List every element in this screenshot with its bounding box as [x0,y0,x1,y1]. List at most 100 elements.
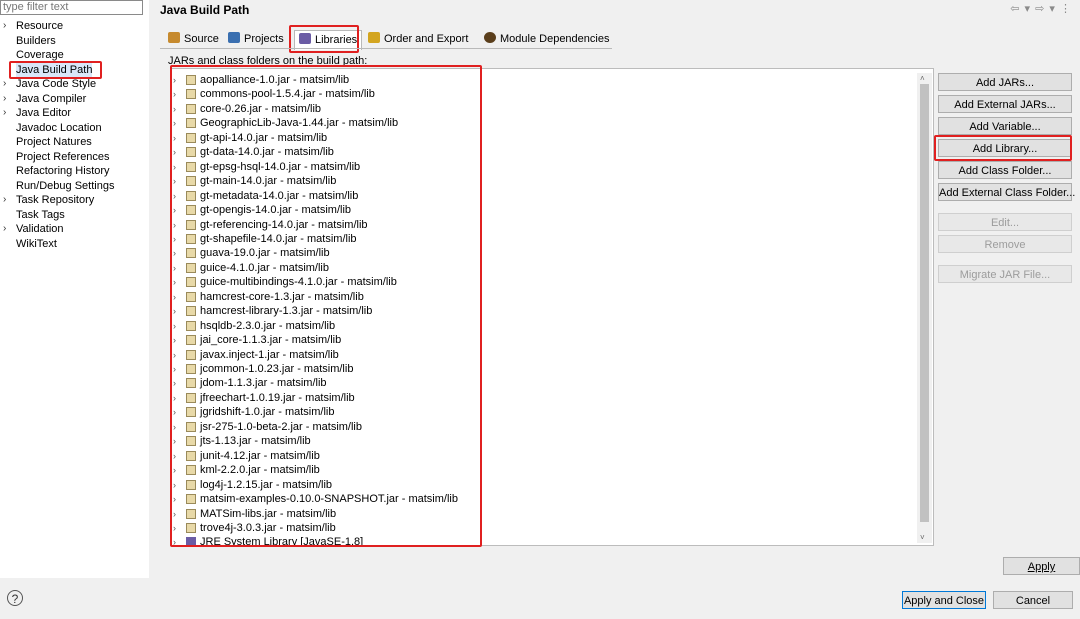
add-external-jars-button[interactable]: Add External JARs... [938,95,1072,113]
chevron-right-icon[interactable]: › [173,160,176,174]
jar-icon [186,465,196,476]
chevron-right-icon[interactable]: › [173,348,176,362]
tab-label: Order and Export [384,33,469,45]
jar-icon [186,320,196,331]
chevron-right-icon[interactable]: › [173,535,176,545]
nav-item-label: Coverage [16,49,64,61]
apply-button[interactable]: Apply [1003,557,1080,575]
chevron-right-icon[interactable]: › [173,507,176,521]
chevron-right-icon[interactable]: › [173,261,176,275]
chevron-right-icon[interactable]: › [3,77,6,91]
nav-item-label: Java Compiler [16,92,87,105]
chevron-right-icon[interactable]: › [173,333,176,347]
nav-item-label: Task Tags [16,208,65,221]
chevron-right-icon[interactable]: › [3,92,6,106]
nav-item[interactable]: › Resource [3,19,63,33]
history-nav[interactable]: ⇦ ▾ ⇨ ▾ ⋮ [1010,2,1072,15]
jar-icon [186,147,196,158]
chevron-right-icon[interactable]: › [173,304,176,318]
chevron-right-icon[interactable]: › [173,478,176,492]
scroll-down-icon[interactable]: ˅ [920,533,925,542]
tab-module-dependencies[interactable]: Module Dependencies [480,30,613,48]
chevron-right-icon[interactable]: › [173,463,176,477]
chevron-right-icon[interactable]: › [173,405,176,419]
chevron-right-icon[interactable]: › [173,449,176,463]
nav-item[interactable]: Refactoring History [16,164,110,178]
chevron-right-icon[interactable]: › [3,19,6,33]
forward-icon[interactable]: ⇨ ▾ [1035,3,1056,15]
nav-item[interactable]: Run/Debug Settings [16,179,114,193]
nav-item[interactable]: Project Natures [16,135,92,149]
menu-icon[interactable]: ⋮ [1060,3,1072,15]
nav-item[interactable]: › Task Repository [3,193,94,207]
tab-divider [160,48,612,49]
nav-item[interactable]: Java Build Path [16,62,93,77]
chevron-right-icon[interactable]: › [3,193,6,207]
chevron-right-icon[interactable]: › [173,218,176,232]
nav-item-label: Project References [16,150,110,163]
chevron-right-icon[interactable]: › [173,145,176,159]
chevron-right-icon[interactable]: › [173,131,176,145]
scrollbar-thumb[interactable] [920,84,929,522]
library-list[interactable]: › aopalliance-1.0.jar - matsim/lib › common… [170,68,934,546]
list-item-label: gt-referencing-14.0.jar - matsim/lib [200,218,368,231]
nav-item[interactable]: Coverage [16,48,64,62]
chevron-right-icon[interactable]: › [173,275,176,289]
add-variable-button[interactable]: Add Variable... [938,117,1072,135]
remove-button[interactable]: Remove [938,235,1072,253]
add-class-folder-button[interactable]: Add Class Folder... [938,161,1072,179]
chevron-right-icon[interactable]: › [173,420,176,434]
nav-item[interactable]: › Java Compiler [3,92,87,106]
nav-item[interactable]: › Validation [3,222,64,236]
chevron-right-icon[interactable]: › [173,362,176,376]
cancel-button[interactable]: Cancel [993,591,1073,609]
tab-source[interactable]: Source [164,30,223,48]
nav-item[interactable]: Builders [16,34,56,48]
chevron-right-icon[interactable]: › [173,203,176,217]
chevron-right-icon[interactable]: › [173,73,176,87]
add-jars-button[interactable]: Add JARs... [938,73,1072,91]
apply-and-close-button[interactable]: Apply and Close [902,591,986,609]
tab-libraries[interactable]: Libraries [294,30,363,50]
nav-item[interactable]: › Java Editor [3,106,71,120]
libraries-icon [299,33,311,44]
nav-item[interactable]: Project References [16,150,110,164]
chevron-right-icon[interactable]: › [3,106,6,120]
chevron-right-icon[interactable]: › [173,434,176,448]
list-caption: JARs and class folders on the build path… [168,55,368,67]
chevron-right-icon[interactable]: › [173,102,176,116]
add-external-class-folder-button[interactable]: Add External Class Folder... [938,183,1075,201]
list-item-label: GeographicLib-Java-1.44.jar - matsim/lib [200,117,399,130]
scroll-up-icon[interactable]: ˄ [920,74,925,83]
tab-order-and-export[interactable]: Order and Export [364,30,472,48]
help-icon[interactable]: ? [7,590,23,606]
chevron-right-icon[interactable]: › [173,290,176,304]
list-item-label: jfreechart-1.0.19.jar - matsim/lib [200,391,355,404]
chevron-right-icon[interactable]: › [3,222,6,236]
migrate-jar-file-button[interactable]: Migrate JAR File... [938,265,1072,283]
tab-label: Source [184,33,219,45]
chevron-right-icon[interactable]: › [173,521,176,535]
tab-projects[interactable]: Projects [224,30,288,48]
chevron-right-icon[interactable]: › [173,319,176,333]
edit-button[interactable]: Edit... [938,213,1072,231]
list-item-label: guice-4.1.0.jar - matsim/lib [200,261,329,274]
jar-icon [186,364,196,374]
chevron-right-icon[interactable]: › [173,87,176,101]
back-icon[interactable]: ⇦ ▾ [1010,3,1031,15]
chevron-right-icon[interactable]: › [173,232,176,246]
chevron-right-icon[interactable]: › [173,391,176,405]
nav-item[interactable]: › Java Code Style [3,77,96,91]
jar-icon [186,75,196,85]
nav-item[interactable]: WikiText [16,237,57,251]
nav-item[interactable]: Javadoc Location [16,121,102,135]
filter-input[interactable]: type filter text [0,0,143,15]
chevron-right-icon[interactable]: › [173,376,176,390]
chevron-right-icon[interactable]: › [173,492,176,506]
chevron-right-icon[interactable]: › [173,189,176,203]
chevron-right-icon[interactable]: › [173,174,176,188]
nav-item[interactable]: Task Tags [16,208,65,222]
chevron-right-icon[interactable]: › [173,246,176,260]
add-library-button[interactable]: Add Library... [938,139,1072,157]
chevron-right-icon[interactable]: › [173,116,176,130]
